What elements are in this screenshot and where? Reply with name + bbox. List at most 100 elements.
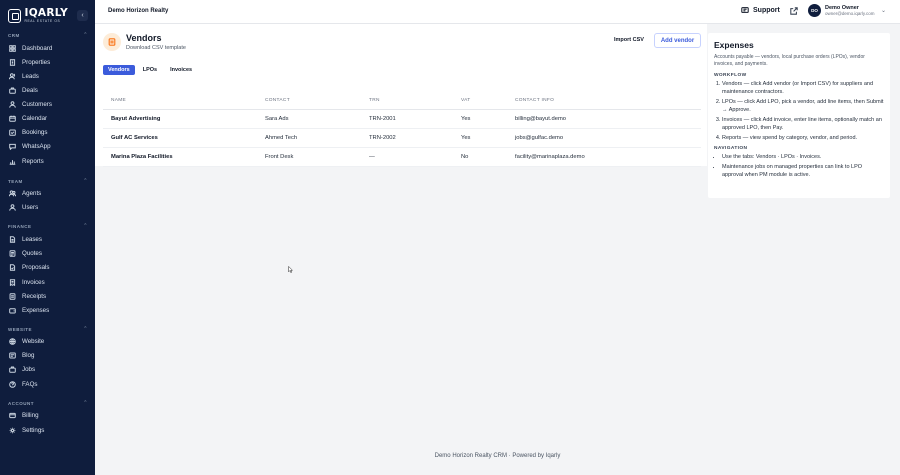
wallet-icon xyxy=(9,307,16,314)
open-site-button[interactable] xyxy=(790,7,798,15)
section-head-finance[interactable]: FINANCE ⌃ xyxy=(8,223,88,229)
section-head-website[interactable]: WEBSITE ⌃ xyxy=(8,326,88,332)
sidebar-item-properties[interactable]: Properties xyxy=(9,56,87,68)
column-header[interactable]: TRN xyxy=(369,98,461,103)
sidebar-item-jobs[interactable]: Jobs xyxy=(9,363,87,375)
main-content: Vendors Download CSV template Import CSV… xyxy=(95,24,707,475)
sidebar-item-settings[interactable]: Settings xyxy=(9,424,87,436)
table-row[interactable]: Gulf AC Services Ahmed Tech TRN-2002 Yes… xyxy=(103,129,701,148)
bookmark-icon xyxy=(9,129,16,136)
workflow-step: Reports — view spend by category, vendor… xyxy=(722,134,884,143)
sidebar-item-customers[interactable]: Customers xyxy=(9,98,87,110)
doc-icon xyxy=(9,235,16,243)
column-header[interactable]: CONTACT INFO xyxy=(515,98,701,103)
sidebar-item-bookings[interactable]: Bookings xyxy=(9,126,87,138)
section-head-team[interactable]: TEAM ⌃ xyxy=(8,178,88,184)
calendar-icon xyxy=(9,115,16,122)
sidebar-item-proposals[interactable]: Proposals xyxy=(9,261,87,273)
collapse-sidebar-button[interactable]: ‹ xyxy=(77,10,88,21)
people-icon xyxy=(9,189,16,197)
navigation-tip: Use the tabs: Vendors · LPOs · Invoices. xyxy=(722,153,884,162)
chevron-up-icon: ⌃ xyxy=(83,178,88,184)
footer: Demo Horizon Realty CRM · Powered by Iqa… xyxy=(434,453,561,459)
vendor-vat: Yes xyxy=(461,116,471,122)
building-icon xyxy=(9,58,16,66)
sidebar-item-quotes[interactable]: Quotes xyxy=(9,247,87,259)
sidebar-item-website[interactable]: Website xyxy=(9,335,87,347)
avatar[interactable]: DO xyxy=(808,4,821,17)
vendor-name: Bayut Advertising xyxy=(111,116,161,122)
sidebar-item-expenses[interactable]: Expenses xyxy=(9,304,87,316)
chevron-up-icon: ⌃ xyxy=(83,223,88,229)
briefcase-icon xyxy=(9,366,16,373)
invoice-icon xyxy=(9,278,16,286)
briefcase-icon xyxy=(9,87,16,94)
section-head-crm[interactable]: CRM ⌃ xyxy=(8,32,88,38)
vendor-contact-info: jobs@gulfac.demo xyxy=(515,135,564,141)
blog-icon xyxy=(9,352,16,359)
sidebar-item-users[interactable]: Users xyxy=(9,201,87,213)
user-email: owner@demo.iqarly.com xyxy=(825,11,875,17)
panel-title: Expenses xyxy=(714,40,754,50)
download-csv-template-link[interactable]: Download CSV template xyxy=(126,45,186,51)
sidebar-item-whatsapp[interactable]: WhatsApp xyxy=(9,140,87,152)
sidebar-item-calendar[interactable]: Calendar xyxy=(9,112,87,124)
column-header[interactable]: CONTACT xyxy=(265,98,369,103)
tab-invoices[interactable]: Invoices xyxy=(165,65,197,75)
workflow-list: Vendors — click Add vendor (or Import CS… xyxy=(714,80,884,143)
import-csv-button[interactable]: Import CSV xyxy=(614,37,644,43)
logo-subtitle: REAL ESTATE OS xyxy=(24,18,61,23)
vendor-trn: TRN-2001 xyxy=(369,116,396,122)
globe-icon xyxy=(9,337,16,345)
sidebar-item-leases[interactable]: Leases xyxy=(9,233,87,245)
quote-icon xyxy=(9,249,16,257)
workflow-step: Invoices — click Add invoice, enter line… xyxy=(722,116,884,133)
sidebar-item-dashboard[interactable]: Dashboard xyxy=(9,42,87,54)
table-row[interactable]: Bayut Advertising Sara Ads TRN-2001 Yes … xyxy=(103,110,701,129)
page-title: Vendors xyxy=(126,33,162,43)
table-row[interactable]: Marina Plaza Facilities Front Desk — No … xyxy=(103,148,701,167)
sidebar-item-leads[interactable]: Leads xyxy=(9,70,87,82)
sidebar-item-billing[interactable]: Billing xyxy=(9,409,87,421)
section-head-account[interactable]: ACCOUNT ⌃ xyxy=(8,400,88,406)
help-icon xyxy=(9,380,16,388)
workflow-heading: WORKFLOW xyxy=(714,72,747,78)
sidebar-item-faqs[interactable]: FAQs xyxy=(9,378,87,390)
sidebar-item-receipts[interactable]: Receipts xyxy=(9,290,87,302)
mouse-cursor-icon xyxy=(288,266,293,273)
vendors-table: NAME CONTACT TRN VAT CONTACT INFO Bayut … xyxy=(103,92,701,167)
chevron-up-icon: ⌃ xyxy=(83,326,88,332)
panel-description: Accounts payable — vendors, local purcha… xyxy=(714,54,865,68)
vendor-contact-info: facility@marinaplaza.demo xyxy=(515,154,585,160)
sidebar-item-deals[interactable]: Deals xyxy=(9,84,87,96)
vendor-contact: Ahmed Tech xyxy=(265,135,298,141)
chevron-up-icon: ⌃ xyxy=(83,32,88,38)
vendor-contact-info: billing@bayut.demo xyxy=(515,116,567,122)
help-panel: Expenses Accounts payable — vendors, loc… xyxy=(708,33,890,198)
column-header[interactable]: VAT xyxy=(461,98,515,103)
gear-icon xyxy=(9,427,16,434)
chevron-down-icon[interactable]: ⌄ xyxy=(881,7,886,14)
card-icon xyxy=(9,412,16,419)
vendor-trn: TRN-2002 xyxy=(369,135,396,141)
brand-logo[interactable]: IQARLY REAL ESTATE OS xyxy=(8,7,68,24)
navigation-tip: Maintenance jobs on managed properties c… xyxy=(722,163,884,180)
support-button[interactable]: Support xyxy=(741,6,780,14)
tab-vendors[interactable]: Vendors xyxy=(103,65,135,75)
proposal-icon xyxy=(9,263,16,271)
sidebar-item-blog[interactable]: Blog xyxy=(9,349,87,361)
support-icon xyxy=(741,7,749,13)
add-vendor-button[interactable]: Add vendor xyxy=(654,33,701,48)
chat-icon xyxy=(9,143,16,150)
user-menu[interactable]: Demo Owner owner@demo.iqarly.com xyxy=(825,5,875,16)
column-header[interactable]: NAME xyxy=(103,98,265,103)
sidebar: IQARLY REAL ESTATE OS ‹ CRM ⌃ Dashboard P… xyxy=(0,0,95,475)
sidebar-item-invoices[interactable]: Invoices xyxy=(9,276,87,288)
sidebar-item-reports[interactable]: Reports xyxy=(9,155,87,167)
navigation-heading: NAVIGATION xyxy=(714,146,748,152)
tab-lpos[interactable]: LPOs xyxy=(138,65,162,75)
sidebar-item-agents[interactable]: Agents xyxy=(9,187,87,199)
vendors-card: Vendors Download CSV template Import CSV… xyxy=(95,24,707,167)
vendor-vat: No xyxy=(461,154,469,160)
vendor-name: Marina Plaza Facilities xyxy=(111,154,173,160)
